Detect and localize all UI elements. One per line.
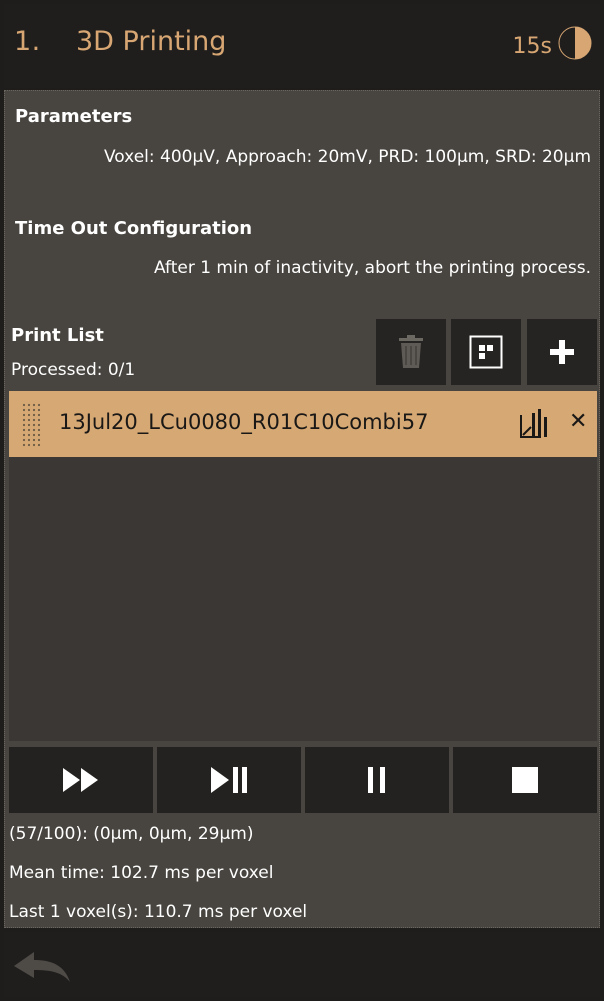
pause-icon [368, 767, 385, 793]
step-number: 1. [14, 26, 41, 57]
list-item-name: 13Jul20_LCu0080_R01C10Combi57 [59, 410, 429, 434]
mean-time-status: Mean time: 102.7 ms per voxel [9, 863, 274, 883]
list-area [9, 457, 597, 741]
play-pause-button[interactable] [157, 747, 301, 813]
list-item[interactable]: 13Jul20_LCu0080_R01C10Combi57 ✕ [9, 391, 597, 457]
delete-button[interactable] [376, 319, 446, 385]
parameters-title: Parameters [15, 106, 133, 127]
plus-icon [550, 340, 574, 364]
footer [4, 932, 600, 997]
page-title: 3D Printing [76, 26, 227, 57]
grid-icon [469, 335, 503, 369]
timeout-text: After 1 min of inactivity, abort the pri… [153, 258, 591, 278]
app-frame: 1. 3D Printing 15s Parameters Voxel: 400… [0, 0, 604, 1001]
stop-icon [512, 767, 538, 793]
fast-forward-button[interactable] [9, 747, 153, 813]
trash-icon [399, 335, 423, 368]
fast-forward-icon [63, 768, 98, 792]
play-pause-icon [211, 767, 247, 793]
back-arrow-icon[interactable] [12, 950, 72, 984]
header: 1. 3D Printing 15s [4, 4, 600, 88]
position-status: (57/100): (0µm, 0µm, 29µm) [9, 824, 254, 844]
timeout-title: Time Out Configuration [15, 218, 253, 239]
pause-button[interactable] [305, 747, 449, 813]
main-panel: Parameters Voxel: 400µV, Approach: 20mV,… [4, 90, 600, 928]
stop-button[interactable] [453, 747, 597, 813]
drag-handle-icon[interactable] [21, 403, 41, 447]
processed-count: Processed: 0/1 [11, 360, 136, 380]
layout-button[interactable] [451, 319, 521, 385]
print-list-title: Print List [11, 325, 104, 346]
last-voxel-status: Last 1 voxel(s): 110.7 ms per voxel [9, 902, 308, 922]
close-icon[interactable]: ✕ [569, 409, 587, 434]
parameters-text: Voxel: 400µV, Approach: 20mV, PRD: 100µm… [103, 147, 591, 167]
chart-icon[interactable] [519, 407, 551, 441]
add-button[interactable] [527, 319, 597, 385]
timer-text: 15s [512, 34, 552, 59]
timer-pie-icon [558, 26, 592, 60]
